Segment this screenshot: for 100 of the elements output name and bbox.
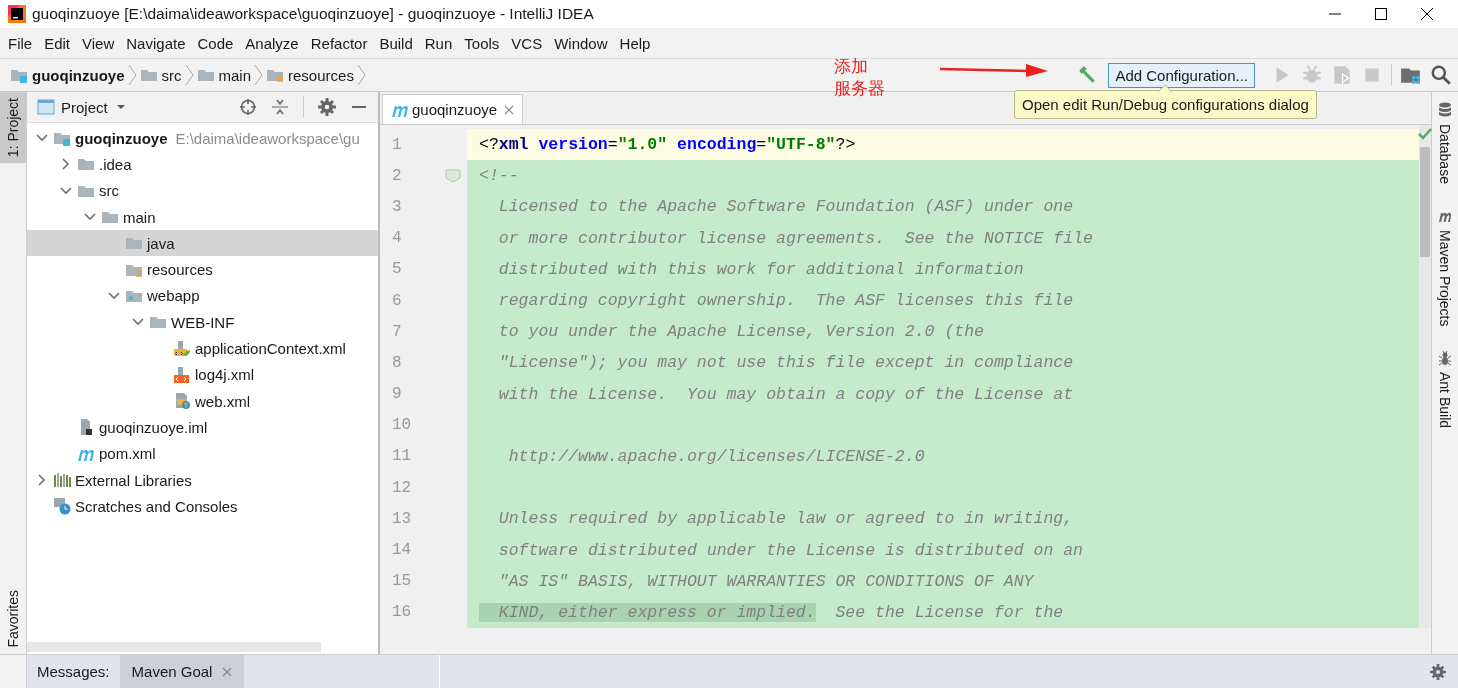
- tool-window-button[interactable]: Maven Projects: [1437, 207, 1453, 327]
- tool-window-button[interactable]: 1: Project: [0, 92, 26, 164]
- tree-row[interactable]: applicationContext.xml: [27, 335, 378, 362]
- menu-item[interactable]: Edit: [38, 34, 77, 52]
- tool-window-button[interactable]: Ant Build: [1437, 350, 1453, 429]
- tree-label: guoqinzuoye: [75, 129, 168, 147]
- window-icon: [37, 98, 55, 116]
- path-hint: E:\daima\ideaworkspace\gu: [175, 129, 360, 147]
- line-number: 14: [391, 541, 413, 560]
- tree-row[interactable]: main: [27, 203, 378, 231]
- tree-row[interactable]: External Libraries: [27, 466, 378, 494]
- breadcrumb[interactable]: guoqinzuoye: [32, 66, 125, 84]
- tree-label: main: [123, 208, 156, 226]
- annotation-text: 服务器: [834, 78, 885, 100]
- tree-label: webapp: [147, 287, 200, 305]
- line-number: 3: [391, 197, 403, 216]
- breadcrumb-separator-icon: [254, 63, 263, 87]
- collapse-all-icon[interactable]: [271, 98, 289, 116]
- editor-tab[interactable]: guoqinzuoye: [382, 94, 524, 124]
- line-number: 2: [391, 166, 403, 185]
- app-logo-icon: [8, 5, 26, 23]
- scrollbar[interactable]: [1420, 147, 1430, 257]
- tree-row[interactable]: .idea: [27, 151, 378, 178]
- menu-item[interactable]: Code: [191, 34, 240, 52]
- line-number: 13: [391, 509, 413, 528]
- run-configuration-dropdown[interactable]: Add Configuration...: [1108, 62, 1255, 88]
- menu-item[interactable]: View: [76, 34, 121, 52]
- tree-row[interactable]: pom.xml: [27, 440, 378, 467]
- line-number: 6: [391, 291, 403, 310]
- tree-row[interactable]: src: [27, 177, 378, 204]
- menu-item[interactable]: Build: [373, 34, 419, 52]
- line-number: 9: [391, 385, 403, 404]
- line-number: 11: [391, 447, 413, 466]
- tree-row[interactable]: guoqinzuoye E:\daima\ideaworkspace\gu: [27, 125, 378, 152]
- breadcrumb[interactable]: resources: [288, 66, 354, 84]
- line-number: 12: [391, 478, 413, 497]
- line-number: 7: [391, 322, 403, 341]
- tree-label: guoqinzuoye.iml: [99, 418, 208, 436]
- menu-item[interactable]: Analyze: [239, 34, 305, 52]
- xml-file-icon: [173, 365, 191, 384]
- settings-icon[interactable]: [318, 98, 336, 116]
- web-xml-file-icon: [173, 392, 191, 411]
- tree-label: WEB-INF: [171, 313, 235, 331]
- line-number: 10: [391, 416, 413, 435]
- settings-icon[interactable]: [1430, 663, 1446, 680]
- libraries-icon: [53, 471, 71, 489]
- tooltip: Open edit Run/Debug configurations dialog: [1014, 90, 1317, 119]
- ant-icon: [1438, 350, 1452, 367]
- line-number: 16: [391, 603, 413, 622]
- menu-item[interactable]: Help: [613, 34, 657, 52]
- xml-file-icon: [173, 339, 191, 358]
- tree-label: External Libraries: [75, 471, 192, 489]
- tooltip-pointer: [1158, 84, 1172, 92]
- panel-title[interactable]: Project: [61, 98, 108, 116]
- tree-row[interactable]: resources: [27, 256, 378, 283]
- tree-label: log4j.xml: [195, 366, 255, 384]
- bottom-tab[interactable]: Maven Goal: [119, 655, 245, 688]
- tool-window-button[interactable]: Favorites: [0, 584, 26, 654]
- tree-row[interactable]: java: [27, 230, 378, 257]
- search-icon[interactable]: [1430, 64, 1452, 86]
- menu-item[interactable]: Window: [548, 34, 614, 52]
- tree-label: java: [147, 234, 175, 252]
- tree-label: web.xml: [195, 392, 250, 410]
- line-number: 4: [391, 229, 403, 248]
- scrollbar[interactable]: [27, 642, 321, 652]
- tree-row[interactable]: guoqinzuoye.iml: [27, 414, 378, 441]
- tree-label: applicationContext.xml: [195, 340, 346, 357]
- tree-row[interactable]: Scratches and Consoles: [27, 493, 378, 520]
- panel-label: Messages:: [36, 662, 111, 682]
- line-number: 1: [391, 135, 403, 154]
- menu-item[interactable]: File: [2, 34, 39, 52]
- breadcrumb-separator-icon: [127, 63, 137, 87]
- menu-item[interactable]: Refactor: [304, 34, 374, 52]
- menu-item[interactable]: VCS: [505, 34, 549, 52]
- breadcrumb[interactable]: main: [218, 66, 251, 84]
- breadcrumb-separator-icon: [184, 63, 194, 87]
- line-number: 8: [391, 353, 403, 372]
- tree-row[interactable]: log4j.xml: [27, 361, 378, 388]
- tree-row[interactable]: WEB-INF: [27, 309, 378, 336]
- tree-label: resources: [147, 261, 213, 279]
- menu-item[interactable]: Run: [418, 34, 459, 52]
- breadcrumb[interactable]: src: [161, 66, 182, 84]
- tree-row[interactable]: webapp: [27, 282, 378, 310]
- window-title: guoqinzuoye [E:\daima\ideaworkspace\guoqinzuoye] - guoqinzuoye - IntelliJ IDEA: [32, 5, 594, 23]
- tree-label: Scratches and Consoles: [75, 497, 238, 515]
- checkmark-icon: [1417, 127, 1433, 141]
- database-icon: [1438, 102, 1452, 118]
- tree-label: pom.xml: [99, 445, 156, 463]
- tree-label: src: [99, 182, 119, 200]
- tool-window-button[interactable]: Database: [1437, 102, 1453, 184]
- locate-icon[interactable]: [239, 98, 257, 116]
- line-number: 5: [391, 260, 403, 279]
- annotation-text: 添加: [834, 56, 869, 78]
- scratches-icon: [53, 497, 71, 516]
- tree-row[interactable]: web.xml: [27, 387, 378, 415]
- breadcrumb-separator-icon: [356, 63, 366, 87]
- menu-item[interactable]: Tools: [458, 34, 506, 52]
- line-number: 15: [391, 572, 413, 591]
- menu-item[interactable]: Navigate: [120, 34, 192, 52]
- fold-marker-icon[interactable]: [444, 168, 461, 183]
